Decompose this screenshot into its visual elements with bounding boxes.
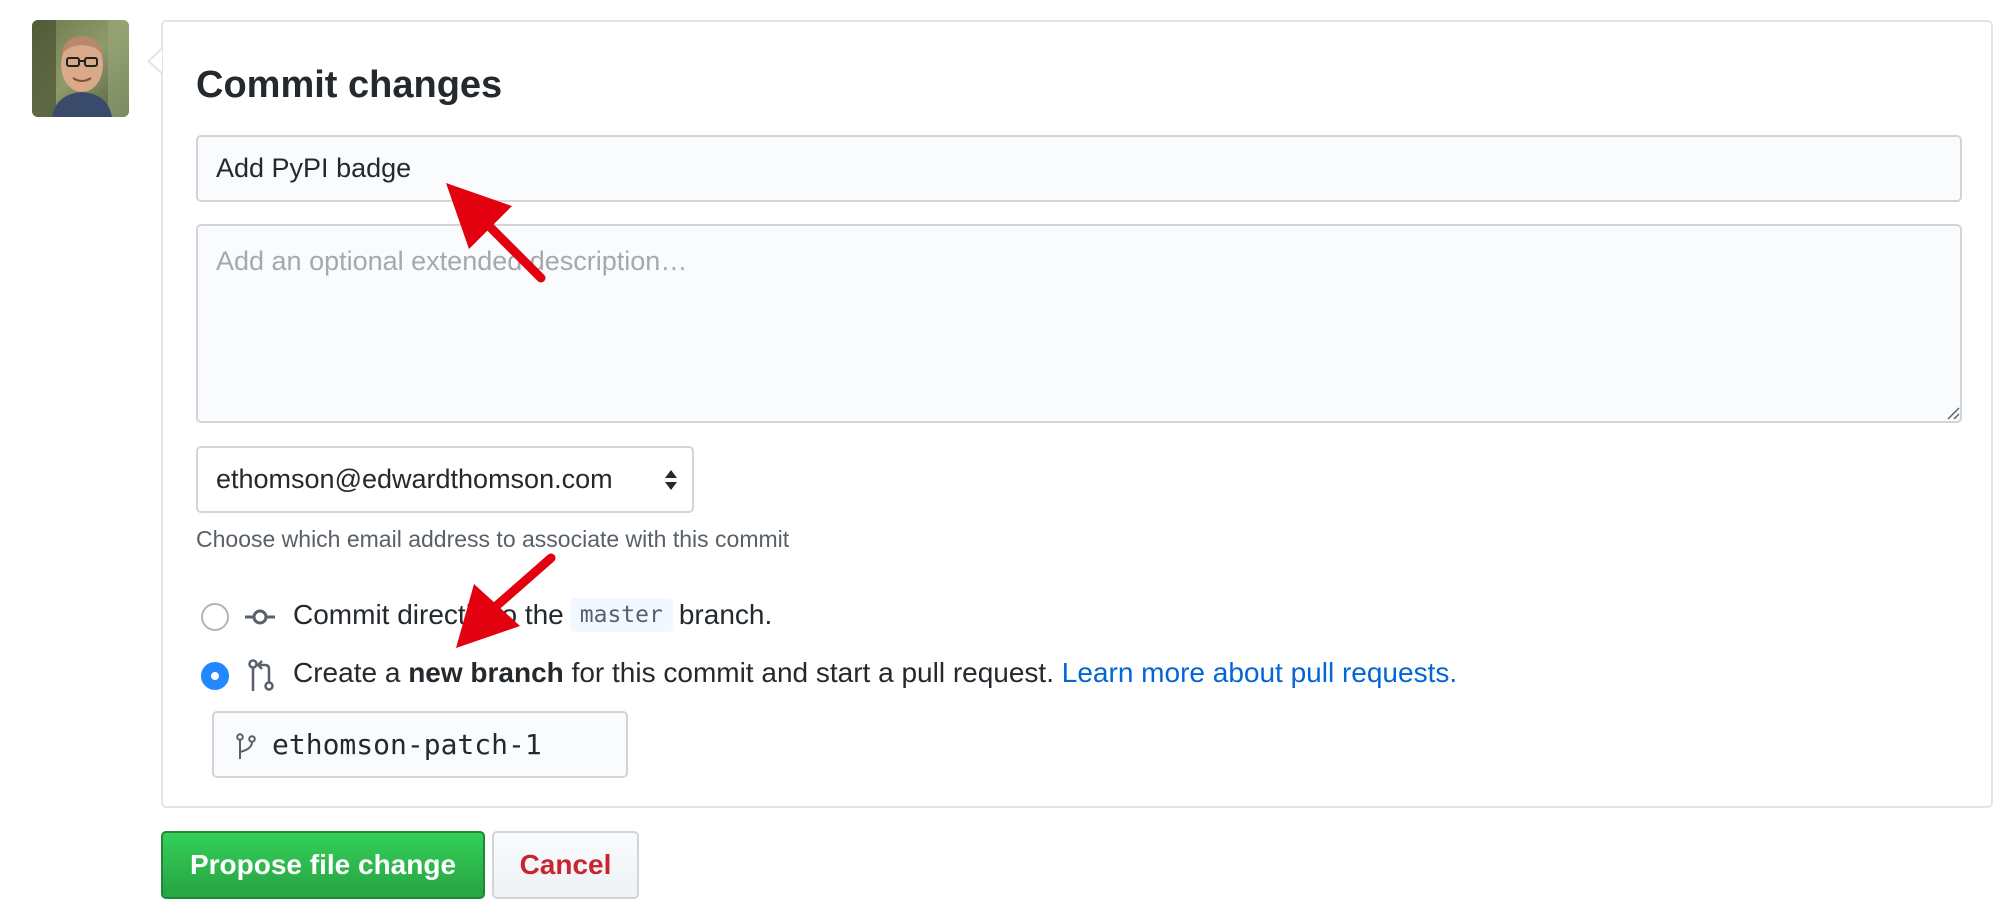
cancel-button[interactable]: Cancel: [492, 831, 639, 899]
comment-box-pointer-inner: [150, 50, 162, 72]
email-help-text: Choose which email address to associate …: [196, 526, 790, 552]
git-branch-icon: [236, 733, 256, 759]
commit-summary-input[interactable]: [196, 135, 1962, 202]
learn-more-pull-requests-link[interactable]: Learn more about pull requests.: [1062, 657, 1457, 688]
commit-description-textarea[interactable]: [196, 224, 1962, 423]
git-pull-request-icon: [248, 659, 274, 691]
master-branch-code: master: [569, 598, 673, 632]
select-updown-icon: [665, 470, 677, 490]
commit-changes-title: Commit changes: [196, 64, 503, 106]
commit-direct-text: Commit directly to the: [293, 599, 564, 630]
git-commit-icon: [245, 609, 275, 625]
user-avatar[interactable]: [32, 20, 129, 117]
propose-file-change-button[interactable]: Propose file change: [161, 831, 485, 899]
commit-direct-radio[interactable]: [201, 603, 229, 631]
commit-direct-label: Commit directly to the master branch.: [293, 598, 772, 632]
create-branch-text-after: for this commit and start a pull request…: [571, 657, 1054, 688]
new-branch-bold: new branch: [408, 657, 564, 688]
resize-grip-icon[interactable]: [1946, 406, 1960, 420]
branch-name-input[interactable]: [272, 713, 612, 776]
create-branch-radio[interactable]: [201, 662, 229, 690]
create-branch-label: Create a new branch for this commit and …: [293, 657, 1457, 689]
commit-direct-text-after: branch.: [678, 599, 773, 630]
commit-email-selected: ethomson@edwardthomson.com: [216, 464, 613, 494]
commit-email-select[interactable]: ethomson@edwardthomson.com: [196, 446, 694, 513]
create-branch-text: Create a: [293, 657, 401, 688]
avatar-image: [32, 20, 129, 117]
branch-name-field[interactable]: [212, 711, 628, 778]
